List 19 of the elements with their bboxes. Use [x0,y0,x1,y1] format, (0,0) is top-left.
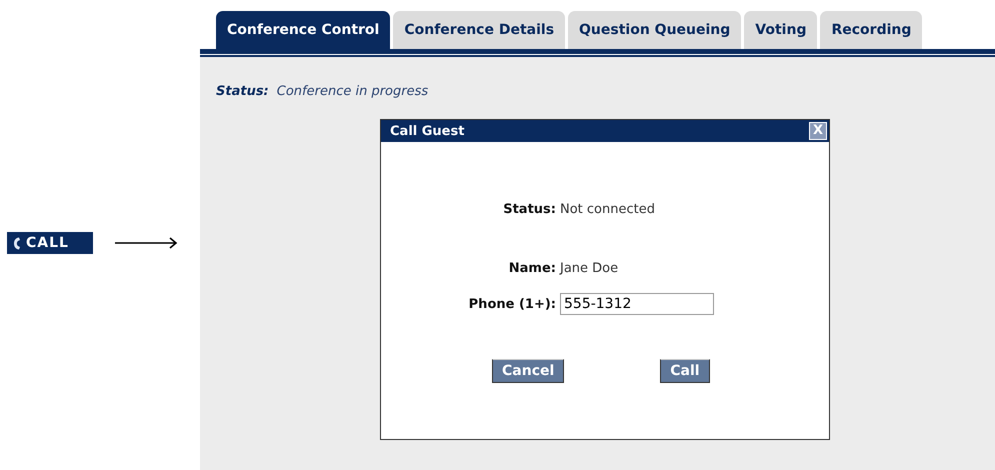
field-label: Phone (1+): [468,296,556,312]
status-value: Conference in progress [276,84,428,99]
tab[interactable]: Voting [744,11,818,49]
tab[interactable]: Conference Control [216,11,390,49]
field-label: Status: [502,202,556,217]
arrow-icon [115,237,178,249]
field-value: Jane Doe [560,261,618,276]
tab[interactable]: Conference Details [393,11,566,49]
status-label: Status: [216,84,269,99]
field-value: Not connected [560,202,655,217]
cancel-button[interactable]: Cancel [492,359,564,383]
tab[interactable]: Question Queueing [568,11,742,49]
phone-icon [13,236,21,250]
tab[interactable]: Recording [820,11,922,49]
call-button[interactable]: CALL [7,232,93,254]
dialog-title: Call Guest [390,124,464,138]
field-label: Name: [508,261,556,276]
phone-input[interactable]: 555-1312 [560,293,714,315]
call-button[interactable]: Call [660,359,710,383]
